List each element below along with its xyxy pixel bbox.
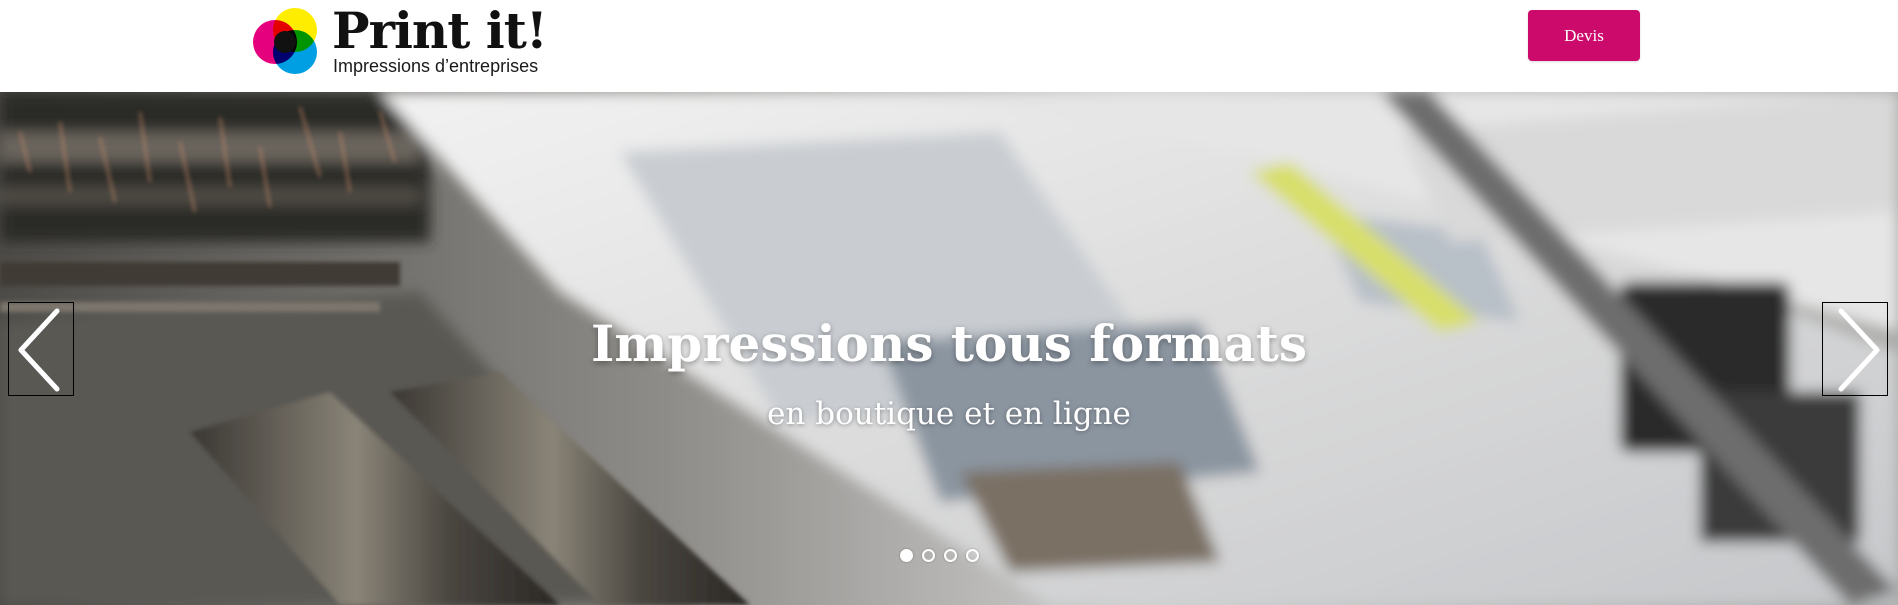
logo-title: Print it!: [332, 1, 548, 60]
carousel-indicator-4[interactable]: [966, 549, 979, 562]
slide-title: Impressions tous formats: [590, 313, 1308, 373]
hero-carousel: Impressions tous formats en boutique et …: [0, 92, 1898, 605]
carousel-indicator-3[interactable]: [944, 549, 957, 562]
carousel-indicator-2[interactable]: [922, 549, 935, 562]
logo-icon: [253, 8, 317, 74]
site-header: Print it! Impressions d’entreprises Devi…: [0, 0, 1898, 92]
logo-tagline: Impressions d’entreprises: [333, 56, 539, 76]
chevron-right-icon: [1838, 308, 1880, 392]
carousel-prev-button[interactable]: [8, 302, 74, 396]
carousel-indicators: [900, 549, 979, 569]
logo-link[interactable]: Print it! Impressions d’entreprises: [251, 6, 551, 82]
carousel-indicator-1[interactable]: [900, 549, 913, 562]
chevron-left-icon: [18, 308, 60, 392]
slide-subtitle: en boutique et en ligne: [767, 396, 1131, 432]
devis-button[interactable]: Devis: [1528, 10, 1640, 61]
carousel-next-button[interactable]: [1822, 302, 1888, 396]
